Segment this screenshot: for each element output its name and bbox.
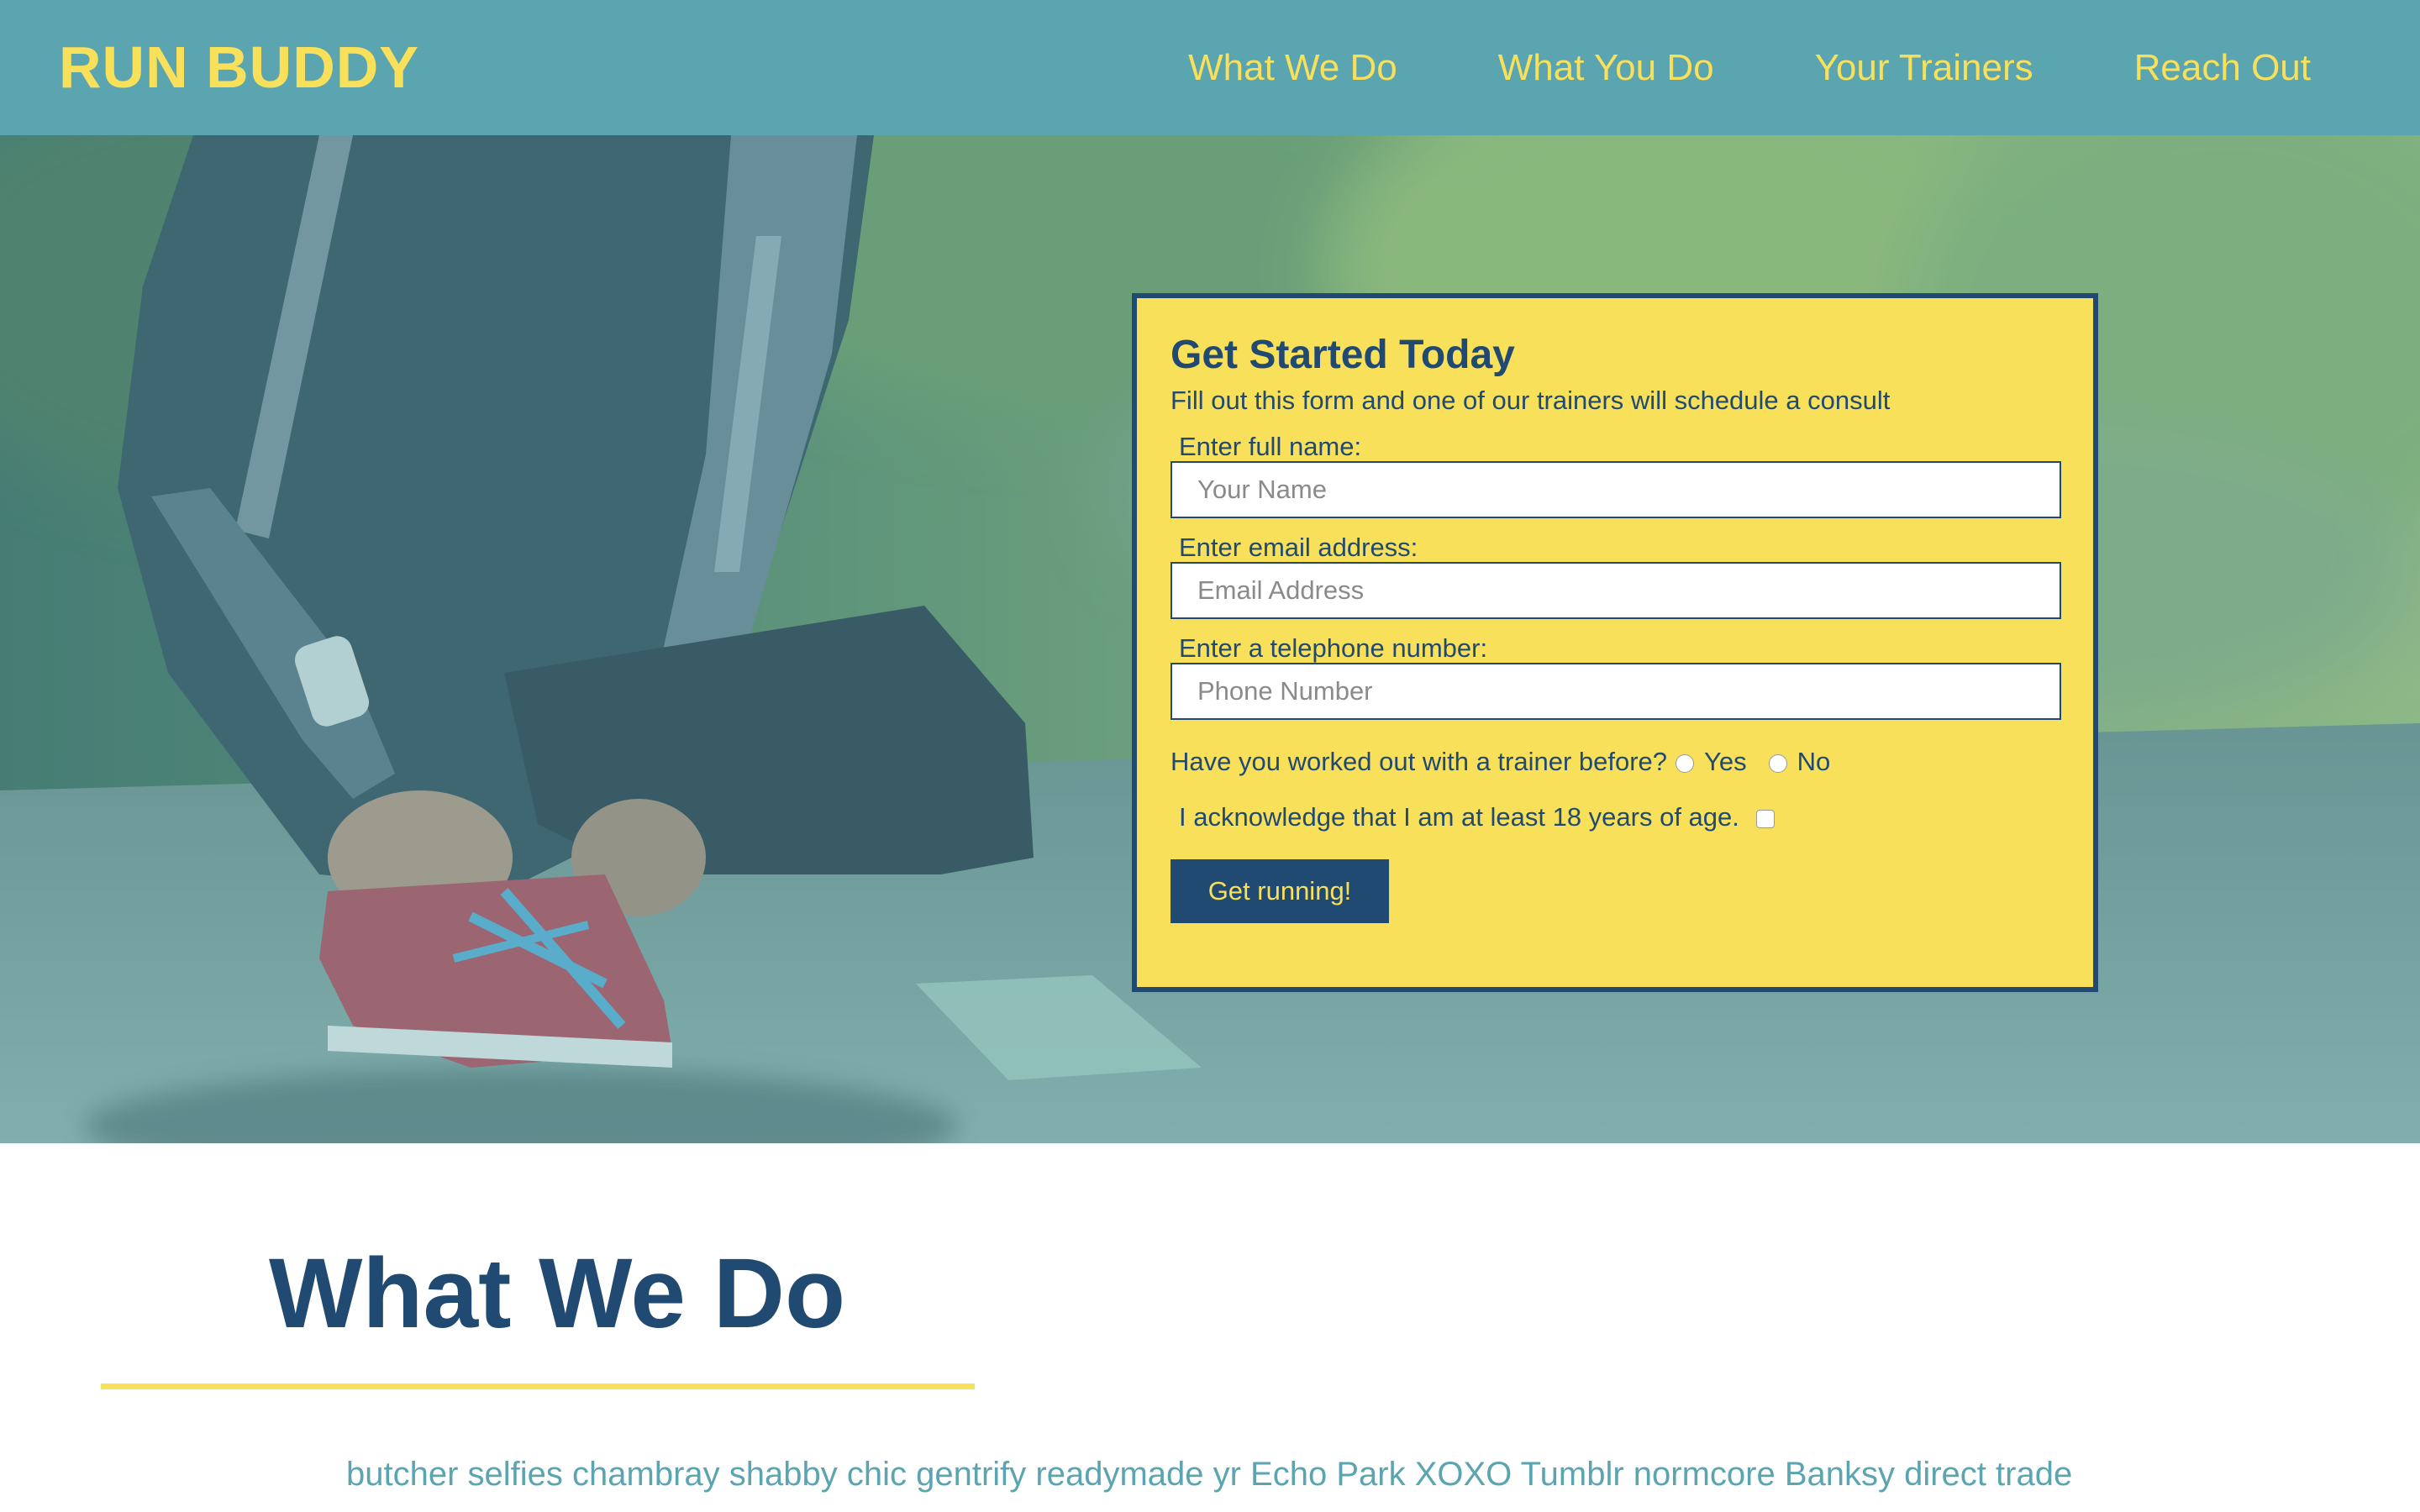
phone-label: Enter a telephone number: [1179, 633, 1488, 663]
trainer-question-row: Have you worked out with a trainer befor… [1171, 745, 2060, 779]
no-radio[interactable] [1768, 754, 1787, 773]
hero-section: Get Started Today Fill out this form and… [0, 135, 2420, 1143]
section-divider [101, 1383, 975, 1389]
yes-radio[interactable] [1676, 754, 1695, 773]
age-ack-row: I acknowledge that I am at least 18 year… [1179, 801, 2060, 834]
section-body-text: butcher selfies chambray shabby chic gen… [346, 1456, 2073, 1493]
get-running-button[interactable]: Get running! [1171, 859, 1389, 923]
email-label: Enter email address: [1179, 533, 1418, 562]
site-header: RUN BUDDY What We Do What You Do Your Tr… [0, 0, 2420, 135]
full-name-input[interactable] [1171, 461, 2061, 518]
form-title: Get Started Today [1171, 333, 1515, 377]
site-logo[interactable]: RUN BUDDY [59, 29, 419, 106]
trainer-question-label: Have you worked out with a trainer befor… [1171, 747, 1668, 776]
signup-form: Get Started Today Fill out this form and… [1132, 293, 2098, 992]
main-nav: What We Do What You Do Your Trainers Rea… [1188, 39, 2420, 97]
nav-link-reach-out[interactable]: Reach Out [2134, 39, 2311, 97]
phone-input[interactable] [1171, 663, 2061, 720]
full-name-label: Enter full name: [1179, 432, 1362, 461]
age-ack-checkbox[interactable] [1755, 810, 1775, 828]
section-title-what-we-do: What We Do [269, 1238, 846, 1349]
no-label: No [1797, 747, 1831, 776]
email-input[interactable] [1171, 562, 2061, 619]
nav-link-what-we-do[interactable]: What We Do [1188, 39, 1397, 97]
nav-link-your-trainers[interactable]: Your Trainers [1815, 39, 2033, 97]
nav-link-what-you-do[interactable]: What You Do [1498, 39, 1714, 97]
age-ack-label: I acknowledge that I am at least 18 year… [1179, 802, 1739, 832]
yes-label: Yes [1704, 747, 1747, 776]
form-subtitle: Fill out this form and one of our traine… [1171, 386, 1891, 415]
